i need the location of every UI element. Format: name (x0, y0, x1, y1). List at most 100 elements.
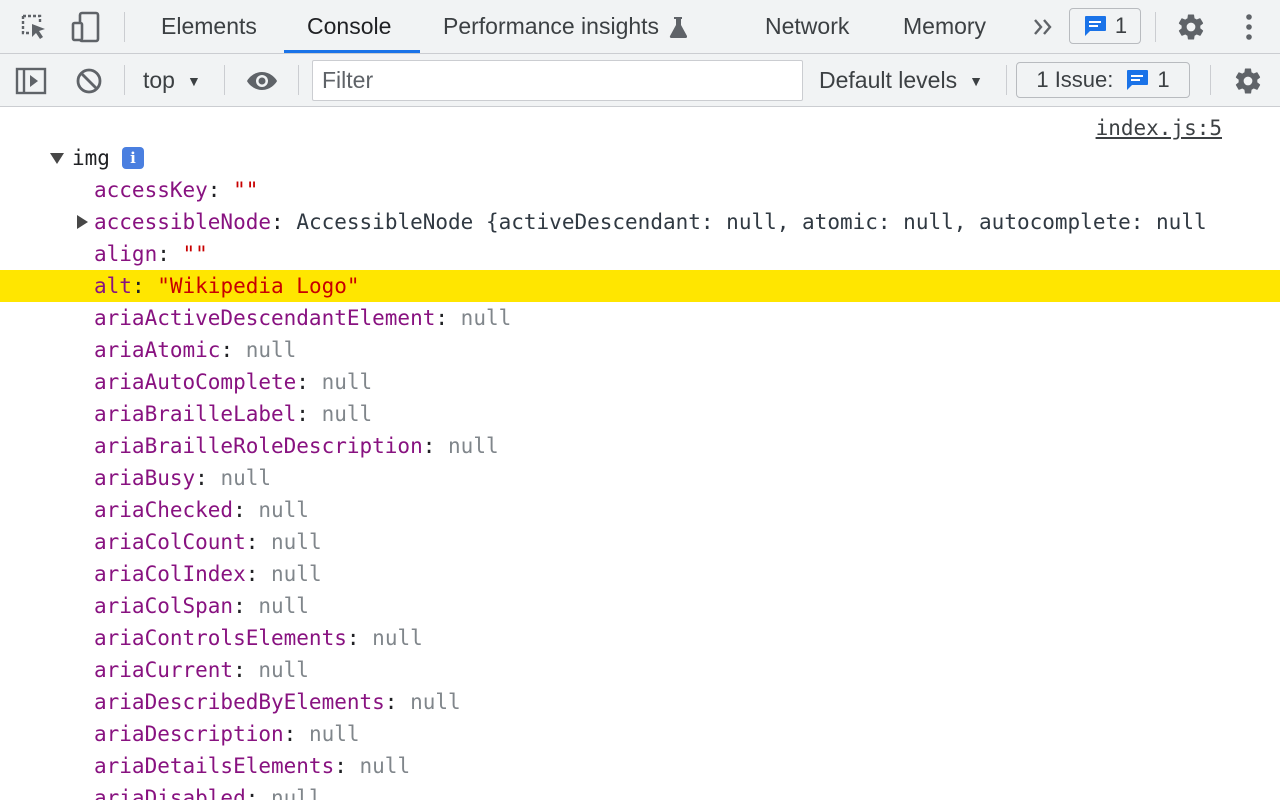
info-icon[interactable]: i (121, 147, 144, 169)
property-value: null (460, 306, 512, 330)
gear-icon[interactable] (1230, 63, 1266, 99)
issues-count: 1 (1157, 67, 1170, 92)
property-key: alt (94, 274, 132, 298)
tab-console[interactable]: Console (307, 0, 391, 53)
devtools-tab-bar: Elements Console Performance insights Ne… (0, 0, 1280, 54)
property-separator: : (207, 178, 234, 202)
property-key: ariaDetailsElements (94, 754, 335, 778)
property-row-ariaColCount: ariaColCount: null (0, 526, 1280, 558)
issues-button[interactable]: 1 Issue: 1 (1016, 62, 1190, 98)
property-value: null (220, 466, 272, 490)
divider (124, 12, 125, 42)
property-value: null (359, 754, 411, 778)
console-messages-button[interactable]: 1 (1069, 8, 1141, 44)
property-key: align (94, 242, 158, 266)
property-separator: : (233, 594, 259, 618)
divider (124, 65, 125, 95)
property-value: AccessibleNode {activeDescendant: null, … (296, 210, 1207, 234)
property-separator: : (384, 690, 411, 714)
property-row-ariaAtomic: ariaAtomic: null (0, 334, 1280, 366)
device-toolbar-icon[interactable] (68, 9, 104, 45)
source-link[interactable]: index.js:5 (1096, 116, 1222, 140)
property-key: ariaColCount (94, 530, 246, 554)
property-row-ariaDescription: ariaDescription: null (0, 718, 1280, 750)
property-value: null (258, 498, 309, 522)
property-separator: : (131, 274, 158, 298)
property-key: ariaCurrent (94, 658, 234, 682)
property-separator: : (283, 722, 309, 746)
context-selector[interactable]: top ▼ (143, 54, 201, 107)
issues-label: 1 Issue: (1036, 67, 1114, 92)
clear-console-icon[interactable] (72, 64, 106, 98)
property-key: ariaDescription (94, 722, 284, 746)
property-key: ariaBrailleRoleDescription (94, 434, 423, 458)
property-separator: : (296, 402, 322, 426)
collapse-triangle-icon[interactable] (50, 152, 64, 164)
tab-performance-insights[interactable]: Performance insights (443, 0, 688, 53)
active-tab-indicator (284, 50, 420, 53)
property-separator: : (233, 498, 259, 522)
context-label: top (143, 67, 175, 93)
chevron-double-right-icon[interactable] (1030, 12, 1056, 42)
property-separator: : (233, 658, 259, 682)
property-value: null (308, 722, 360, 746)
property-key: ariaColIndex (94, 562, 246, 586)
property-value: null (258, 658, 309, 682)
caret-down-icon: ▼ (186, 72, 201, 89)
console-output: index.js:5 img i accessKey: "" accessible… (0, 108, 1280, 800)
object-name: img (72, 146, 110, 170)
tab-elements[interactable]: Elements (161, 0, 257, 53)
property-separator: : (245, 786, 272, 800)
property-separator: : (271, 210, 297, 234)
inspect-element-icon[interactable] (16, 10, 52, 44)
property-separator: : (157, 242, 183, 266)
divider (1155, 12, 1156, 42)
property-separator: : (296, 370, 322, 394)
property-row-ariaDescribedByElements: ariaDescribedByElements: null (0, 686, 1280, 718)
caret-down-icon: ▼ (969, 72, 983, 89)
experiment-flask-icon (669, 16, 688, 38)
console-toolbar: top ▼ Default levels ▼ 1 Issue: 1 (0, 54, 1280, 107)
property-key: ariaBusy (94, 466, 196, 490)
more-vertical-icon[interactable] (1234, 9, 1264, 45)
property-value: null (271, 562, 322, 586)
property-value: null (321, 402, 373, 426)
property-key: ariaDescribedByElements (94, 690, 385, 714)
property-value: "Wikipedia Logo" (157, 274, 360, 298)
gear-icon[interactable] (1173, 9, 1209, 45)
tab-network[interactable]: Network (765, 0, 849, 53)
property-key: ariaActiveDescendantElement (94, 306, 436, 330)
log-levels-label: Default levels (819, 67, 958, 93)
property-row-alt: alt: "Wikipedia Logo" (0, 270, 1280, 302)
property-separator: : (195, 466, 221, 490)
property-value: null (258, 594, 309, 618)
object-header[interactable]: img i (50, 142, 144, 174)
divider (298, 65, 299, 95)
tab-memory[interactable]: Memory (903, 0, 986, 53)
property-value: null (372, 626, 423, 650)
property-key: accessibleNode (94, 210, 272, 234)
property-separator: : (422, 434, 449, 458)
property-value: null (271, 530, 322, 554)
eye-icon[interactable] (242, 64, 282, 98)
property-value: null (321, 370, 373, 394)
divider (224, 65, 225, 95)
property-value: null (448, 434, 499, 458)
property-key: ariaAutoComplete (94, 370, 297, 394)
property-value: "" (233, 178, 259, 202)
divider (1210, 65, 1211, 95)
property-row-accessibleNode[interactable]: accessibleNode: AccessibleNode {activeDe… (0, 206, 1280, 238)
expand-triangle-icon[interactable] (77, 215, 88, 229)
messages-count: 1 (1114, 13, 1128, 38)
property-row-ariaControlsElements: ariaControlsElements: null (0, 622, 1280, 654)
property-row-ariaColSpan: ariaColSpan: null (0, 590, 1280, 622)
message-icon (1083, 15, 1107, 37)
property-row-accessKey: accessKey: "" (0, 174, 1280, 206)
property-row-align: align: "" (0, 238, 1280, 270)
log-levels-dropdown[interactable]: Default levels ▼ (819, 54, 983, 107)
property-value: null (410, 690, 461, 714)
property-row-ariaColIndex: ariaColIndex: null (0, 558, 1280, 590)
property-row-ariaBrailleRoleDescription: ariaBrailleRoleDescription: null (0, 430, 1280, 462)
filter-input[interactable] (312, 60, 803, 101)
sidebar-toggle-icon[interactable] (14, 64, 48, 98)
